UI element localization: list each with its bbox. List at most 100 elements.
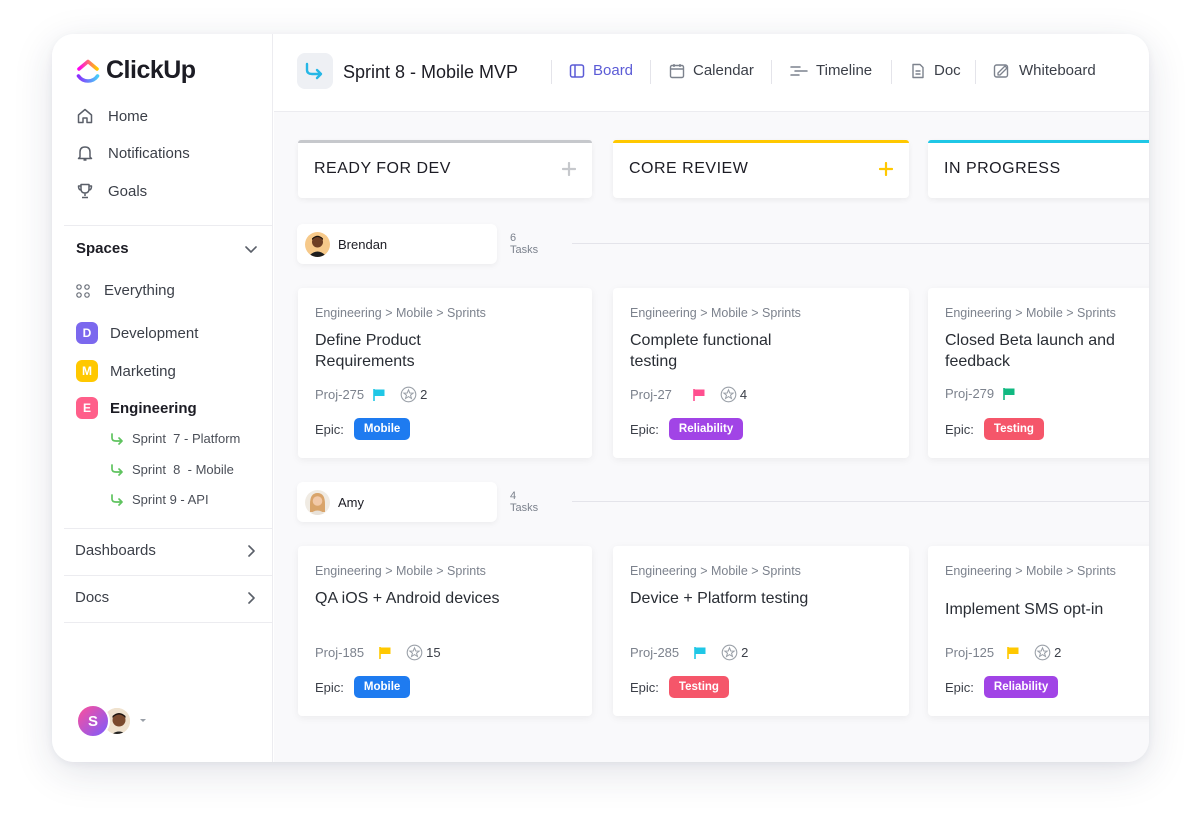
points-value: 2 [420, 387, 428, 402]
tab-doc-label: Doc [934, 62, 961, 79]
epic-label: Epic: [945, 421, 974, 437]
group-name: Brendan [338, 236, 388, 252]
calendar-icon [669, 63, 685, 78]
epic-tag[interactable]: Reliability [983, 676, 1059, 698]
epic-tag[interactable]: Reliability [668, 418, 744, 440]
epic-tag[interactable]: Mobile [353, 418, 411, 440]
points-value: 2 [1054, 645, 1062, 660]
group-header[interactable]: Amy [297, 482, 497, 522]
points-badge-icon [1034, 644, 1051, 661]
task-breadcrumb: Engineering > Mobile > Sprints [945, 306, 1116, 320]
group-header[interactable]: Brendan [297, 224, 497, 264]
sidebar-item-engineering[interactable]: E Engineering [76, 397, 197, 419]
nav-notifications-label: Notifications [108, 144, 190, 162]
sidebar-item-sprint-8[interactable]: Sprint 8 - Mobile [110, 462, 234, 477]
sprint-8-label: Sprint 8 - Mobile [132, 462, 234, 477]
spaces-header[interactable]: Spaces [76, 240, 258, 257]
sidebar-divider [64, 575, 273, 576]
column-title: READY FOR DEV [314, 160, 451, 177]
sidebar-divider [64, 528, 273, 529]
column-core-review: CORE REVIEW [613, 140, 909, 198]
grid-dots-icon [76, 283, 90, 298]
task-meta: Proj-285 2 [630, 644, 748, 661]
task-id: Proj-285 [630, 645, 680, 660]
space-badge-development: D [76, 322, 98, 344]
task-id: Proj-125 [945, 645, 995, 660]
sprint-9-label: Sprint 9 - API [132, 492, 209, 507]
sprint-icon [111, 493, 123, 506]
sidebar-item-marketing[interactable]: M Marketing [76, 360, 176, 382]
clickup-logo[interactable]: ClickUp [76, 56, 196, 85]
tab-calendar[interactable]: Calendar [669, 62, 754, 79]
user-menu[interactable]: S [76, 704, 148, 738]
task-card[interactable]: Engineering > Mobile > Sprints Implement… [928, 546, 1149, 716]
tab-doc[interactable]: Doc [910, 62, 961, 79]
tab-separator [771, 60, 772, 84]
priority-flag-icon[interactable] [692, 388, 706, 402]
sidebar-item-sprint-9[interactable]: Sprint 9 - API [110, 492, 209, 507]
epic-label: Epic: [315, 679, 344, 695]
column-color-bar [298, 140, 592, 143]
docs-label: Docs [75, 589, 110, 606]
nav-home-label: Home [108, 107, 149, 125]
group-amy: Amy 4 Tasks [297, 482, 1149, 522]
column-title: CORE REVIEW [629, 160, 749, 177]
add-task-icon[interactable] [562, 162, 576, 176]
epic-tag[interactable]: Mobile [353, 676, 411, 698]
group-brendan: Brendan 6 Tasks [297, 224, 1149, 264]
tab-timeline[interactable]: Timeline [790, 62, 872, 79]
points-badge-icon [720, 386, 737, 403]
task-breadcrumb: Engineering > Mobile > Sprints [630, 564, 801, 578]
tab-whiteboard[interactable]: Whiteboard [993, 62, 1096, 79]
sidebar-item-dashboards[interactable]: Dashboards [75, 542, 257, 559]
group-name: Amy [338, 494, 364, 510]
column-title: IN PROGRESS [944, 160, 1061, 177]
tab-board-label: Board [593, 62, 634, 79]
task-card[interactable]: Engineering > Mobile > Sprints Complete … [613, 288, 909, 458]
task-card[interactable]: Engineering > Mobile > Sprints QA iOS + … [298, 546, 592, 716]
task-epic: Epic: Reliability [630, 418, 744, 440]
app-window: ClickUp Home Notifications Goals Spaces … [52, 34, 1149, 762]
points-badge-icon [406, 644, 423, 661]
task-title: Define Product Requirements [315, 332, 421, 370]
space-badge-engineering: E [76, 397, 98, 419]
sidebar-item-development[interactable]: D Development [76, 322, 198, 344]
priority-flag-icon[interactable] [1002, 387, 1016, 401]
nav-notifications[interactable]: Notifications [76, 144, 190, 162]
priority-flag-icon[interactable] [1006, 646, 1020, 660]
page-title: Sprint 8 - Mobile MVP [343, 62, 519, 82]
task-card[interactable]: Engineering > Mobile > Sprints Define Pr… [298, 288, 592, 458]
group-divider [572, 501, 1149, 502]
nav-goals-label: Goals [108, 182, 148, 200]
task-card[interactable]: Engineering > Mobile > Sprints Closed Be… [928, 288, 1149, 458]
sprint-points: 4 [720, 386, 747, 403]
tab-board[interactable]: Board [569, 62, 633, 79]
epic-tag[interactable]: Testing [668, 676, 729, 698]
task-breadcrumb: Engineering > Mobile > Sprints [945, 564, 1116, 578]
priority-flag-icon[interactable] [693, 646, 707, 660]
space-label-marketing: Marketing [110, 362, 176, 380]
sprint-points: 2 [721, 644, 748, 661]
sprint-icon [111, 432, 123, 445]
task-card[interactable]: Engineering > Mobile > Sprints Device + … [613, 546, 909, 716]
sidebar-item-sprint-7[interactable]: Sprint 7 - Platform [110, 431, 240, 446]
chevron-down-icon[interactable] [244, 242, 258, 256]
sprint-7-label: Sprint 7 - Platform [132, 431, 241, 446]
add-task-icon[interactable] [879, 162, 893, 176]
top-bar: Sprint 8 - Mobile MVP Board Calendar Tim… [274, 34, 1149, 112]
task-id: Proj-27 [630, 387, 672, 402]
bell-icon [77, 146, 93, 161]
task-breadcrumb: Engineering > Mobile > Sprints [315, 306, 486, 320]
sidebar-item-docs[interactable]: Docs [75, 589, 257, 606]
epic-label: Epic: [315, 421, 344, 437]
task-epic: Epic: Testing [630, 676, 729, 698]
nav-home[interactable]: Home [76, 107, 148, 125]
task-epic: Epic: Reliability [945, 676, 1059, 698]
points-badge-icon [721, 644, 738, 661]
priority-flag-icon[interactable] [378, 646, 392, 660]
priority-flag-icon[interactable] [372, 388, 386, 402]
timeline-icon [790, 65, 808, 76]
sidebar-item-everything[interactable]: Everything [76, 282, 175, 299]
nav-goals[interactable]: Goals [76, 182, 147, 200]
epic-tag[interactable]: Testing [983, 418, 1044, 440]
